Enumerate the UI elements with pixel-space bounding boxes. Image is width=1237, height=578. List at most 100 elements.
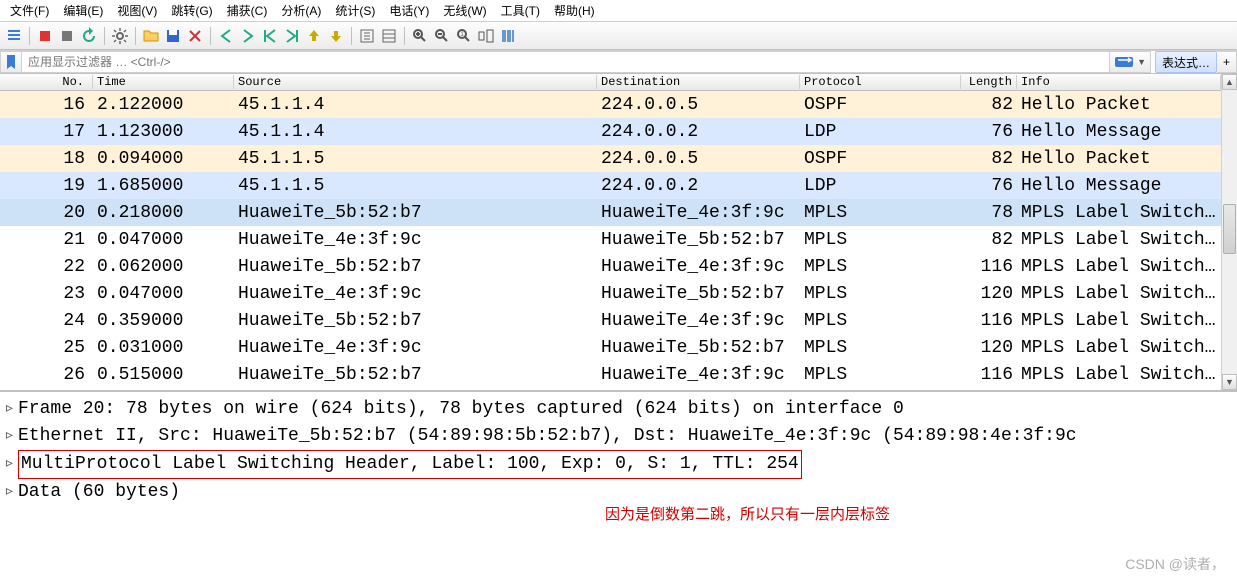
settings-icon[interactable]: [110, 26, 130, 46]
expand-icon[interactable]: ▹: [4, 396, 18, 423]
col-info[interactable]: Info: [1017, 75, 1221, 89]
menu-item[interactable]: 工具(T): [495, 0, 546, 21]
expression-button[interactable]: 表达式…: [1155, 51, 1217, 73]
cell-prot: OSPF: [800, 95, 961, 115]
cell-src: HuaweiTe_5b:52:b7: [234, 203, 597, 223]
menu-item[interactable]: 帮助(H): [548, 0, 601, 21]
columns-icon[interactable]: [498, 26, 518, 46]
cell-len: 82: [961, 149, 1017, 169]
cell-src: 45.1.1.4: [234, 122, 597, 142]
packet-row[interactable]: 180.09400045.1.1.5224.0.0.5OSPF82Hello P…: [0, 145, 1221, 172]
zoom-reset-icon[interactable]: 1: [454, 26, 474, 46]
menu-item[interactable]: 电话(Y): [383, 0, 435, 21]
resize-icon[interactable]: [476, 26, 496, 46]
cell-dst: HuaweiTe_5b:52:b7: [597, 338, 800, 358]
detail-mpls[interactable]: ▹ MultiProtocol Label Switching Header, …: [0, 450, 1237, 479]
up-icon[interactable]: [304, 26, 324, 46]
packet-row[interactable]: 200.218000HuaweiTe_5b:52:b7HuaweiTe_4e:3…: [0, 199, 1221, 226]
packet-row[interactable]: 240.359000HuaweiTe_5b:52:b7HuaweiTe_4e:3…: [0, 307, 1221, 334]
last-icon[interactable]: [282, 26, 302, 46]
cell-prot: LDP: [800, 176, 961, 196]
separator: [29, 27, 30, 45]
packet-row[interactable]: 250.031000HuaweiTe_4e:3f:9cHuaweiTe_5b:5…: [0, 334, 1221, 361]
display-filter-input[interactable]: [22, 51, 1110, 73]
cell-prot: MPLS: [800, 338, 961, 358]
packet-row[interactable]: 230.047000HuaweiTe_4e:3f:9cHuaweiTe_5b:5…: [0, 280, 1221, 307]
scroll-thumb[interactable]: [1223, 204, 1236, 254]
list2-icon[interactable]: [379, 26, 399, 46]
filter-dropdown-icon[interactable]: ▼: [1110, 51, 1151, 73]
folder-icon[interactable]: [141, 26, 161, 46]
scroll-up-button[interactable]: ▲: [1222, 74, 1237, 90]
menu-item[interactable]: 视图(V): [111, 0, 163, 21]
menu-item[interactable]: 文件(F): [4, 0, 55, 21]
col-no[interactable]: No.: [0, 75, 93, 89]
add-filter-button[interactable]: +: [1217, 51, 1237, 73]
zoom-in-icon[interactable]: [410, 26, 430, 46]
cell-dst: 224.0.0.5: [597, 95, 800, 115]
menu-item[interactable]: 跳转(G): [165, 0, 218, 21]
packet-row[interactable]: 210.047000HuaweiTe_4e:3f:9cHuaweiTe_5b:5…: [0, 226, 1221, 253]
col-length[interactable]: Length: [961, 75, 1017, 89]
menu-item[interactable]: 捕获(C): [221, 0, 274, 21]
menu-item[interactable]: 编辑(E): [57, 0, 109, 21]
prev-icon[interactable]: [216, 26, 236, 46]
cell-time: 2.122000: [93, 95, 234, 115]
cell-len: 120: [961, 284, 1017, 304]
display-filter-bar: ▼ 表达式… +: [0, 50, 1237, 74]
next-icon[interactable]: [238, 26, 258, 46]
stop-icon[interactable]: [57, 26, 77, 46]
cell-prot: MPLS: [800, 230, 961, 250]
col-dest[interactable]: Destination: [597, 75, 800, 89]
packet-row[interactable]: 220.062000HuaweiTe_5b:52:b7HuaweiTe_4e:3…: [0, 253, 1221, 280]
packet-list-pane: No. Time Source Destination Protocol Len…: [0, 74, 1237, 392]
cell-time: 0.515000: [93, 365, 234, 385]
detail-frame-text: Frame 20: 78 bytes on wire (624 bits), 7…: [18, 396, 904, 423]
packet-row[interactable]: 260.515000HuaweiTe_5b:52:b7HuaweiTe_4e:3…: [0, 361, 1221, 388]
col-time[interactable]: Time: [93, 75, 234, 89]
cell-no: 21: [0, 230, 93, 250]
col-protocol[interactable]: Protocol: [800, 75, 961, 89]
expand-icon[interactable]: ▹: [4, 423, 18, 450]
zoom-out-icon[interactable]: [432, 26, 452, 46]
save-icon[interactable]: [163, 26, 183, 46]
packet-list-scrollbar[interactable]: ▲ ▼: [1221, 74, 1237, 390]
cell-info: MPLS Label Switch…: [1017, 203, 1221, 223]
record-icon[interactable]: [35, 26, 55, 46]
cell-dst: 224.0.0.2: [597, 122, 800, 142]
down-icon[interactable]: [326, 26, 346, 46]
menu-item[interactable]: 分析(A): [275, 0, 327, 21]
restart-icon[interactable]: [79, 26, 99, 46]
cell-len: 82: [961, 230, 1017, 250]
packet-row[interactable]: 171.12300045.1.1.4224.0.0.2LDP76Hello Me…: [0, 118, 1221, 145]
cell-dst: HuaweiTe_4e:3f:9c: [597, 365, 800, 385]
cell-len: 116: [961, 365, 1017, 385]
menu-item[interactable]: 无线(W): [437, 0, 492, 21]
cell-prot: MPLS: [800, 311, 961, 331]
list-icon[interactable]: [4, 26, 24, 46]
detail-frame[interactable]: ▹ Frame 20: 78 bytes on wire (624 bits),…: [0, 396, 1237, 423]
cell-no: 20: [0, 203, 93, 223]
expand-icon[interactable]: ▹: [4, 451, 18, 478]
menu-item[interactable]: 统计(S): [329, 0, 381, 21]
cell-info: MPLS Label Switch…: [1017, 257, 1221, 277]
autoscroll-icon[interactable]: [357, 26, 377, 46]
cell-info: Hello Message: [1017, 176, 1221, 196]
scroll-down-button[interactable]: ▼: [1222, 374, 1237, 390]
cell-time: 0.062000: [93, 257, 234, 277]
detail-ethernet[interactable]: ▹ Ethernet II, Src: HuaweiTe_5b:52:b7 (5…: [0, 423, 1237, 450]
close-icon[interactable]: [185, 26, 205, 46]
packet-list-header[interactable]: No. Time Source Destination Protocol Len…: [0, 74, 1221, 91]
cell-time: 0.031000: [93, 338, 234, 358]
packet-row[interactable]: 162.12200045.1.1.4224.0.0.5OSPF82Hello P…: [0, 91, 1221, 118]
cell-dst: HuaweiTe_4e:3f:9c: [597, 203, 800, 223]
cell-no: 19: [0, 176, 93, 196]
packet-row[interactable]: 191.68500045.1.1.5224.0.0.2LDP76Hello Me…: [0, 172, 1221, 199]
cell-info: Hello Packet: [1017, 149, 1221, 169]
expand-icon[interactable]: ▹: [4, 479, 18, 506]
bookmark-icon[interactable]: [0, 51, 22, 73]
col-source[interactable]: Source: [234, 75, 597, 89]
cell-src: HuaweiTe_4e:3f:9c: [234, 284, 597, 304]
cell-prot: OSPF: [800, 149, 961, 169]
first-icon[interactable]: [260, 26, 280, 46]
